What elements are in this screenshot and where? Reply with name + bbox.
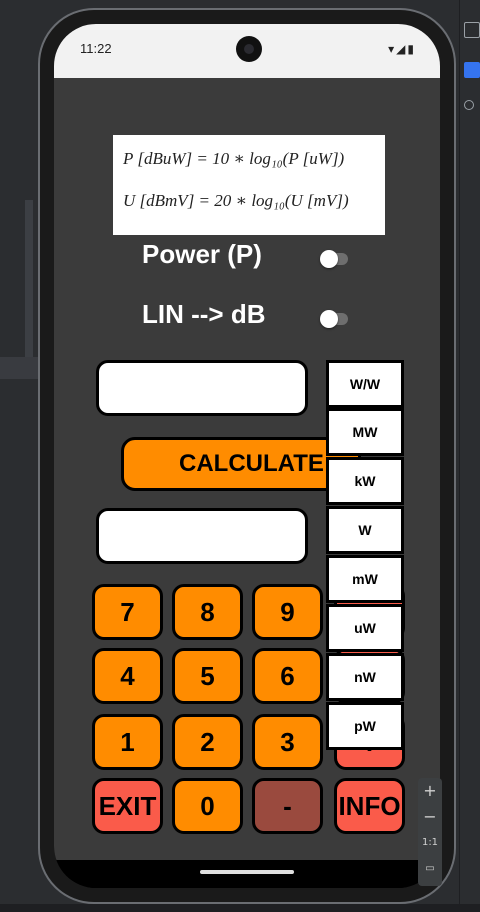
- toggle-knob: [320, 250, 338, 268]
- phone-frame: 11:22 ▾◢▮ P [dBuW] = 10 ∗ log₁₀(P [uW]) …: [38, 8, 456, 904]
- home-gesture-pill[interactable]: [200, 870, 294, 874]
- key-6[interactable]: 6: [252, 648, 323, 704]
- ide-left-panel: [0, 0, 38, 912]
- navigation-bar: [54, 860, 440, 888]
- key-4[interactable]: 4: [92, 648, 163, 704]
- output-field: [96, 508, 308, 564]
- unit-option-uw[interactable]: uW: [326, 604, 404, 652]
- ide-scroll-rail: [25, 200, 33, 360]
- notifications-icon[interactable]: [464, 100, 474, 110]
- unit-option-pw[interactable]: pW: [326, 702, 404, 750]
- minus-button[interactable]: -: [252, 778, 323, 834]
- unit-option-w[interactable]: W: [326, 506, 404, 554]
- key-7[interactable]: 7: [92, 584, 163, 640]
- formula-voltage: U [dBmV] = 20 ∗ log₁₀(U [mV]): [123, 191, 349, 210]
- ide-selected-row: [0, 357, 38, 379]
- unit-option-kw[interactable]: kW: [326, 457, 404, 505]
- input-field[interactable]: [96, 360, 308, 416]
- unit-option-mw-mega[interactable]: MW: [326, 408, 404, 456]
- status-icons: ▾◢▮: [388, 42, 416, 56]
- unit-option-mw-milli[interactable]: mW: [326, 555, 404, 603]
- ide-right-toolbar: [459, 0, 480, 912]
- zoom-actual-size-button[interactable]: 1:1: [418, 830, 442, 856]
- wifi-icon: ▾: [388, 42, 397, 56]
- power-toggle[interactable]: [320, 250, 348, 268]
- key-5[interactable]: 5: [172, 648, 243, 704]
- status-bar: 11:22 ▾◢▮: [54, 24, 440, 78]
- direction-toggle-label: LIN --> dB: [142, 299, 266, 329]
- key-9[interactable]: 9: [252, 584, 323, 640]
- app-content: P [dBuW] = 10 ∗ log₁₀(P [uW]) U [dBmV] =…: [54, 78, 440, 860]
- zoom-in-button[interactable]: +: [418, 778, 442, 804]
- signal-icon: ◢: [396, 42, 408, 56]
- unit-option-w-per-w[interactable]: W/W: [326, 360, 404, 408]
- status-time: 11:22: [80, 41, 112, 56]
- phone-screen: 11:22 ▾◢▮ P [dBuW] = 10 ∗ log₁₀(P [uW]) …: [54, 24, 440, 888]
- key-3[interactable]: 3: [252, 714, 323, 770]
- key-2[interactable]: 2: [172, 714, 243, 770]
- battery-icon: ▮: [407, 42, 416, 56]
- device-manager-icon[interactable]: [464, 22, 480, 38]
- unit-option-nw[interactable]: nW: [326, 653, 404, 701]
- zoom-out-button[interactable]: −: [418, 804, 442, 830]
- direction-toggle[interactable]: [320, 310, 348, 328]
- key-0[interactable]: 0: [172, 778, 243, 834]
- toggle-knob: [320, 310, 338, 328]
- ide-bottom-bar: [0, 904, 480, 912]
- formula-image: P [dBuW] = 10 ∗ log₁₀(P [uW]) U [dBmV] =…: [113, 135, 385, 235]
- exit-button[interactable]: EXIT: [92, 778, 163, 834]
- info-button[interactable]: INFO: [334, 778, 405, 834]
- emulator-zoom-controls: + − 1:1 ▭: [418, 778, 442, 886]
- key-1[interactable]: 1: [92, 714, 163, 770]
- formula-power: P [dBuW] = 10 ∗ log₁₀(P [uW]): [123, 149, 345, 168]
- key-8[interactable]: 8: [172, 584, 243, 640]
- zoom-fit-icon[interactable]: ▭: [418, 856, 442, 882]
- calculate-button[interactable]: CALCULATE: [121, 437, 361, 491]
- power-toggle-label: Power (P): [142, 239, 262, 269]
- camera-cutout-icon: [236, 36, 262, 62]
- running-devices-icon[interactable]: [464, 62, 480, 78]
